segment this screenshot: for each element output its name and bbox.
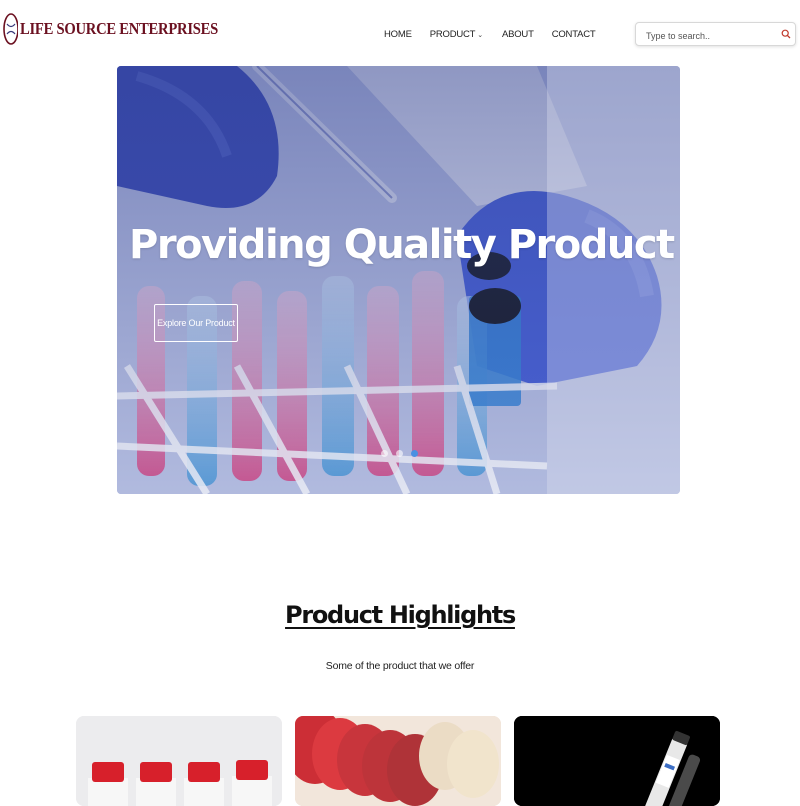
nav-about[interactable]: ABOUT bbox=[502, 29, 534, 40]
product-card-3[interactable] bbox=[514, 716, 720, 806]
explore-products-button[interactable]: Explore Our Product bbox=[154, 304, 238, 342]
hero-title: Providing Quality Product bbox=[129, 222, 675, 268]
section-title: Product Highlights bbox=[0, 601, 800, 629]
product-card-1[interactable] bbox=[76, 716, 282, 806]
hero-background-image bbox=[117, 66, 680, 494]
carousel-dot-3[interactable] bbox=[411, 450, 418, 457]
search-icon[interactable] bbox=[781, 29, 791, 39]
logo-emblem-icon bbox=[3, 13, 18, 45]
site-header: LIFE SOURCE ENTERPRISES HOME PRODUCT ⌄ A… bbox=[0, 0, 800, 66]
search-box bbox=[635, 22, 796, 46]
product-image-test-tubes bbox=[514, 716, 720, 806]
search-input[interactable] bbox=[644, 27, 778, 44]
main-nav: HOME PRODUCT ⌄ ABOUT CONTACT bbox=[384, 29, 596, 40]
nav-product-label: PRODUCT bbox=[429, 29, 476, 40]
product-image-bottles bbox=[76, 716, 282, 806]
section-subtitle: Some of the product that we offer bbox=[325, 660, 475, 672]
carousel-indicators bbox=[381, 450, 418, 457]
product-card-2[interactable] bbox=[295, 716, 501, 806]
carousel-dot-1[interactable] bbox=[381, 450, 388, 457]
nav-product[interactable]: PRODUCT ⌄ bbox=[430, 29, 483, 40]
nav-home[interactable]: HOME bbox=[384, 29, 412, 40]
brand-name: LIFE SOURCE ENTERPRISES bbox=[20, 19, 219, 38]
nav-contact[interactable]: CONTACT bbox=[552, 29, 596, 40]
chevron-down-icon: ⌄ bbox=[477, 31, 483, 39]
product-image-petri-dishes bbox=[295, 716, 501, 806]
carousel-dot-2[interactable] bbox=[396, 450, 403, 457]
brand-logo[interactable]: LIFE SOURCE ENTERPRISES bbox=[2, 12, 250, 46]
section-title-text: Product Highlights bbox=[285, 601, 516, 629]
hero-carousel: Providing Quality Product Explore Our Pr… bbox=[117, 66, 680, 494]
